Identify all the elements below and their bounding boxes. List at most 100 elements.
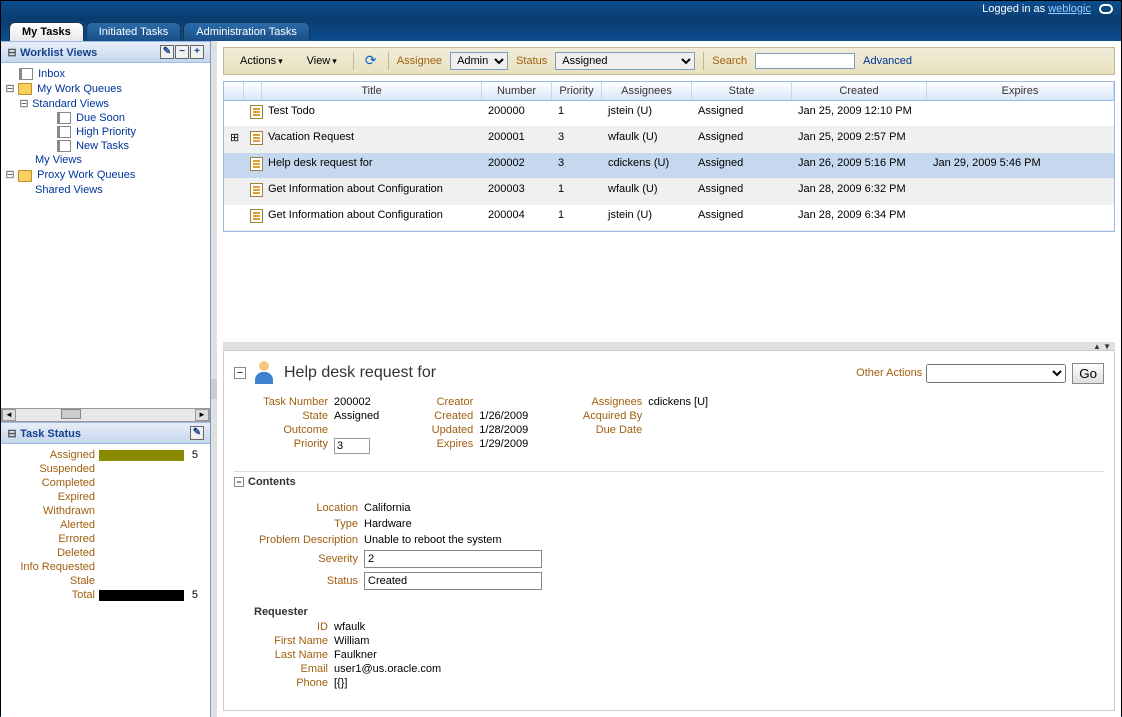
user-link[interactable]: weblogic <box>1048 3 1091 15</box>
scroll-right-icon[interactable]: ► <box>195 409 209 421</box>
edit-icon[interactable]: ✎ <box>190 426 204 440</box>
task-number-value: 200002 <box>334 396 371 408</box>
expand-icon[interactable] <box>224 181 244 202</box>
cell-assignee: wfaulk (U) <box>602 181 692 202</box>
expand-icon[interactable]: ⊟ <box>19 97 29 110</box>
col-expires[interactable]: Expires <box>927 82 1114 100</box>
status-select[interactable]: Assigned <box>555 52 695 70</box>
horizontal-splitter[interactable]: ▲ ▼ <box>223 342 1115 350</box>
table-row[interactable]: Test Todo2000001jstein (U)AssignedJan 25… <box>224 101 1114 127</box>
table-row[interactable]: Get Information about Configuration20000… <box>224 205 1114 231</box>
ts-label: Stale <box>15 575 95 587</box>
expires-label: Expires <box>419 438 479 450</box>
tab-administration-tasks[interactable]: Administration Tasks <box>183 22 310 41</box>
sidebar: ⊟ Worklist Views ✎−+ Inbox ⊟ My Work Que… <box>1 41 211 717</box>
tab-my-tasks[interactable]: My Tasks <box>9 22 84 41</box>
doc-icon <box>244 155 262 176</box>
view-menu[interactable]: View <box>299 54 345 68</box>
ts-bar <box>99 548 184 559</box>
plus-icon[interactable]: + <box>190 45 204 59</box>
expand-icon[interactable]: ⊞ <box>224 129 244 150</box>
main-tabs: My Tasks Initiated Tasks Administration … <box>1 19 1121 41</box>
tree-due-soon[interactable]: Due Soon <box>3 111 208 125</box>
cell-created: Jan 26, 2009 5:16 PM <box>792 155 927 176</box>
req-id-label: ID <box>244 621 334 633</box>
ts-bar <box>99 590 184 601</box>
location-value: California <box>364 502 410 514</box>
scroll-left-icon[interactable]: ◄ <box>2 409 16 421</box>
assignee-select[interactable]: Admin <box>450 52 508 70</box>
tree-shared-views[interactable]: Shared Views <box>3 183 208 197</box>
sidebar-hscroll[interactable]: ◄ ► <box>1 408 210 422</box>
type-label: Type <box>244 518 364 530</box>
tree-proxy-work-queues[interactable]: ⊟ Proxy Work Queues <box>3 167 208 182</box>
due-date-label: Due Date <box>568 424 648 436</box>
acquired-by-label: Acquired By <box>568 410 648 422</box>
col-state[interactable]: State <box>692 82 792 100</box>
assignees-value: cdickens [U] <box>648 396 708 408</box>
minus-icon[interactable]: − <box>175 45 189 59</box>
expand-icon[interactable] <box>224 207 244 228</box>
cell-assignee: jstein (U) <box>602 207 692 228</box>
scroll-thumb[interactable] <box>61 409 81 419</box>
collapse-icon[interactable]: ⊟ <box>7 46 17 59</box>
location-label: Location <box>244 502 364 514</box>
content-area: Actions View ⟳ Assignee Admin Status Ass… <box>217 41 1121 717</box>
col-priority[interactable]: Priority <box>552 82 602 100</box>
ts-label: Alerted <box>15 519 95 531</box>
expand-icon[interactable] <box>224 103 244 124</box>
tree-high-priority[interactable]: High Priority <box>3 125 208 139</box>
col-created[interactable]: Created <box>792 82 927 100</box>
task-status-row: Info Requested <box>3 560 198 574</box>
detail-title: Help desk request for <box>284 364 856 382</box>
tree-my-views[interactable]: My Views <box>3 153 208 167</box>
advanced-link[interactable]: Advanced <box>863 55 912 67</box>
tree-inbox[interactable]: Inbox <box>38 68 65 80</box>
table-row[interactable]: Help desk request for2000023cdickens (U)… <box>224 153 1114 179</box>
severity-label: Severity <box>244 553 364 565</box>
person-icon <box>252 361 276 385</box>
state-value: Assigned <box>334 410 379 422</box>
expand-icon[interactable]: ⊟ <box>5 82 15 95</box>
col-number[interactable]: Number <box>482 82 552 100</box>
edit-icon[interactable]: ✎ <box>160 45 174 59</box>
actions-menu[interactable]: Actions <box>232 54 291 68</box>
tree-standard-views[interactable]: ⊟ Standard Views <box>3 96 208 111</box>
ts-count: 5 <box>188 449 198 461</box>
expand-icon[interactable]: ⊟ <box>5 168 15 181</box>
priority-input[interactable] <box>334 438 370 454</box>
collapse-icon[interactable]: − <box>234 477 244 487</box>
status-input[interactable] <box>364 572 542 590</box>
search-input[interactable] <box>755 53 855 69</box>
status-label: Status <box>516 55 547 67</box>
grid-body: Test Todo2000001jstein (U)AssignedJan 25… <box>224 101 1114 231</box>
cell-assignee: wfaulk (U) <box>602 129 692 150</box>
cell-expires <box>927 181 1062 202</box>
tree-new-tasks[interactable]: New Tasks <box>3 139 208 153</box>
tab-initiated-tasks[interactable]: Initiated Tasks <box>86 22 182 41</box>
other-actions-select[interactable] <box>926 364 1066 383</box>
col-assignees[interactable]: Assignees <box>602 82 692 100</box>
task-meta: Task Number200002 StateAssigned Outcome … <box>234 391 1104 465</box>
collapse-icon[interactable]: ⊟ <box>7 427 17 440</box>
doc-icon <box>244 129 262 150</box>
severity-input[interactable] <box>364 550 542 568</box>
expand-icon[interactable] <box>224 155 244 176</box>
ts-label: Info Requested <box>15 561 95 573</box>
cell-state: Assigned <box>692 103 792 124</box>
tree-my-work-queues[interactable]: ⊟ My Work Queues <box>3 81 208 96</box>
collapse-icon[interactable]: − <box>234 367 246 379</box>
table-row[interactable]: Get Information about Configuration20000… <box>224 179 1114 205</box>
refresh-icon[interactable]: ⟳ <box>362 52 380 70</box>
col-title[interactable]: Title <box>262 82 482 100</box>
cell-priority: 1 <box>552 207 602 228</box>
ts-bar <box>99 464 184 475</box>
go-button[interactable]: Go <box>1072 363 1104 384</box>
task-status-row: Deleted <box>3 546 198 560</box>
cell-created: Jan 28, 2009 6:34 PM <box>792 207 927 228</box>
cell-title: Help desk request for <box>262 155 482 176</box>
cell-number: 200003 <box>482 181 552 202</box>
table-row[interactable]: ⊞Vacation Request2000013wfaulk (U)Assign… <box>224 127 1114 153</box>
req-last-label: Last Name <box>244 649 334 661</box>
detail-header: − Help desk request for Other Actions Go <box>234 355 1104 391</box>
